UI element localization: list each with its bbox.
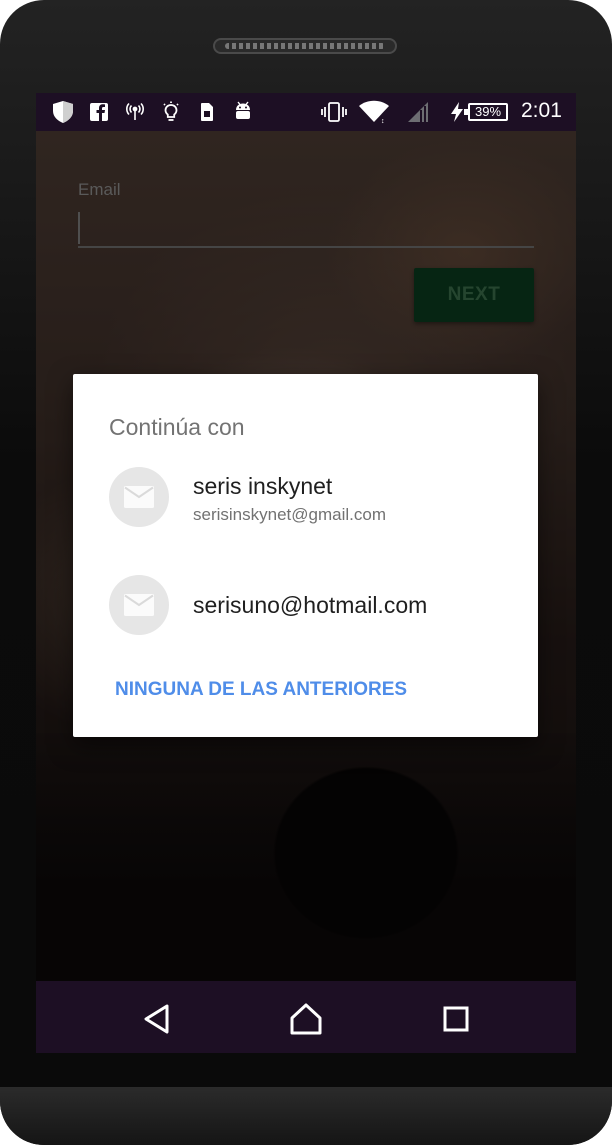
account-name: seris inskynet (193, 473, 333, 499)
account-picker-dialog: Continúa con seris inskynet serisinskyne… (73, 374, 538, 737)
home-icon[interactable] (284, 997, 328, 1041)
clock: 2:01 (521, 99, 562, 122)
account-item[interactable]: seris inskynet serisinskynet@gmail.com (109, 467, 509, 527)
svg-text:↕: ↕ (381, 118, 385, 124)
lightbulb-icon (160, 100, 182, 124)
sim-card-icon (196, 100, 218, 124)
mail-icon (109, 575, 169, 635)
broadcast-icon (124, 100, 146, 124)
account-email: serisinskynet@gmail.com (193, 505, 386, 524)
mail-icon (109, 467, 169, 527)
account-name: serisuno@hotmail.com (193, 592, 428, 618)
back-icon[interactable] (135, 997, 179, 1041)
none-of-the-above-button[interactable]: NINGUNA DE LAS ANTERIORES (115, 679, 407, 701)
recents-icon[interactable] (434, 997, 478, 1041)
facebook-icon (88, 100, 110, 124)
speaker-grille (213, 38, 397, 54)
phone-chin (0, 1087, 612, 1145)
signal-icon (405, 100, 431, 124)
account-item[interactable]: serisuno@hotmail.com (109, 575, 509, 635)
navigation-bar (36, 981, 576, 1053)
vibrate-icon (319, 100, 349, 124)
shield-icon (50, 100, 76, 124)
phone-frame: ↕ 39% 2:01 Email NEXT Continúa con seris… (0, 0, 612, 1145)
android-icon (232, 100, 254, 124)
status-bar: ↕ 39% 2:01 (36, 93, 576, 131)
screen: ↕ 39% 2:01 Email NEXT Continúa con seris… (36, 93, 576, 1053)
battery-indicator: 39% (464, 103, 508, 121)
dialog-title: Continúa con (109, 414, 245, 440)
wifi-icon: ↕ (358, 100, 390, 124)
